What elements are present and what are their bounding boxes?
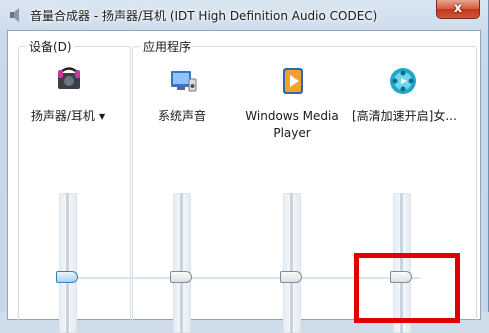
title-bar[interactable]: 音量合成器 - 扬声器/耳机 (IDT High Definition Audi…	[0, 0, 489, 30]
app-name-system-sounds: 系统声音	[157, 109, 206, 123]
volume-slider-thumb[interactable]	[56, 271, 78, 283]
volume-slider-groove	[66, 193, 69, 333]
close-button[interactable]: x	[436, 0, 480, 19]
chevron-down-icon: ▼	[98, 112, 106, 121]
mixer-column-windows-media-player: Windows Media Player	[242, 65, 342, 333]
volume-slider-thumb[interactable]	[170, 271, 192, 283]
windows-media-player-icon	[283, 68, 303, 94]
volume-slider-groove	[290, 193, 293, 333]
volume-slider-thumb[interactable]	[280, 271, 302, 283]
video-player-icon	[390, 68, 416, 94]
app-name-video-player: [高清加速开启]女...	[352, 109, 457, 123]
device-dropdown[interactable]: 扬声器/耳机 ▼	[18, 108, 118, 125]
mixer-column-system-sounds: 系统声音	[132, 65, 232, 333]
speaker-headphones-icon	[58, 67, 80, 89]
window-title: 音量合成器 - 扬声器/耳机 (IDT High Definition Audi…	[30, 9, 378, 23]
app-name-windows-media-player: Windows Media Player	[245, 109, 339, 140]
speaker-icon	[10, 8, 19, 22]
volume-mixer-window: 音量合成器 - 扬声器/耳机 (IDT High Definition Audi…	[0, 0, 489, 333]
system-sounds-icon	[171, 71, 197, 92]
device-group-label: 设备(D)	[27, 38, 74, 55]
device-name: 扬声器/耳机	[30, 109, 95, 123]
highlight-annotation-box	[354, 253, 460, 323]
mixer-column-speakers: 扬声器/耳机 ▼	[18, 65, 118, 333]
volume-slider-groove	[180, 193, 183, 333]
applications-group-label: 应用程序	[141, 38, 194, 55]
